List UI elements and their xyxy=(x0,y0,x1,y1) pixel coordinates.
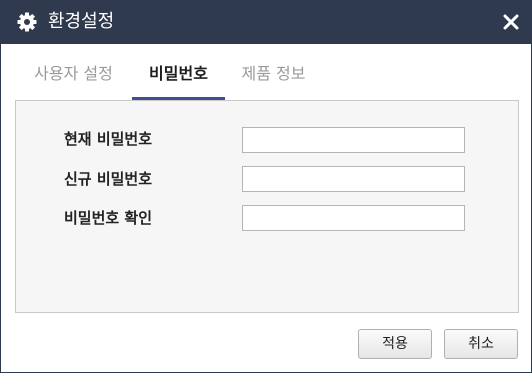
new-password-label: 신규 비밀번호 xyxy=(64,170,153,188)
apply-button[interactable]: 적용 xyxy=(358,329,432,359)
password-panel: 현재 비밀번호 신규 비밀번호 비밀번호 확인 xyxy=(15,100,519,313)
tab-password[interactable]: 비밀번호 xyxy=(132,57,225,100)
close-icon[interactable] xyxy=(501,12,521,32)
confirm-password-field[interactable] xyxy=(242,205,465,231)
current-password-field[interactable] xyxy=(242,127,465,153)
title-bar: 환경설정 xyxy=(1,1,531,44)
settings-dialog: 환경설정 사용자 설정 비밀번호 제품 정보 현재 비밀번호 신규 비밀번호 비… xyxy=(0,0,532,373)
dialog-title: 환경설정 xyxy=(48,11,115,32)
cancel-button[interactable]: 취소 xyxy=(444,329,518,359)
gear-icon xyxy=(17,12,37,32)
tab-product-info[interactable]: 제품 정보 xyxy=(229,57,318,99)
current-password-label: 현재 비밀번호 xyxy=(64,130,153,148)
confirm-password-label: 비밀번호 확인 xyxy=(64,209,153,227)
tab-user-settings[interactable]: 사용자 설정 xyxy=(19,57,128,99)
new-password-field[interactable] xyxy=(242,166,465,192)
tab-bar: 사용자 설정 비밀번호 제품 정보 xyxy=(15,57,519,100)
